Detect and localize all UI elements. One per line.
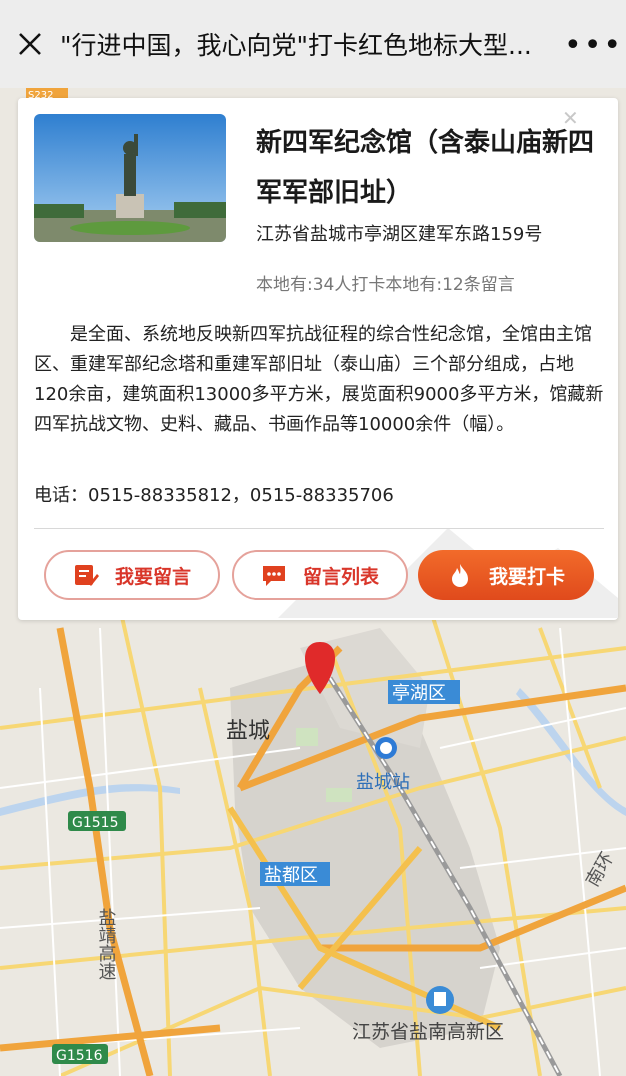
edit-note-icon (74, 565, 99, 586)
chat-bubble-icon (262, 566, 285, 586)
more-options-icon[interactable]: ••• (564, 28, 623, 63)
flame-icon (451, 564, 468, 587)
map-label-tinghu: 亭湖区 (392, 683, 446, 704)
page-title: "行进中国，我心向党"打卡红色地标大型... (60, 31, 532, 60)
place-name: 新四军纪念馆（含泰山庙新四军军部旧址） (256, 128, 595, 208)
map-label-yandu: 盐都区 (264, 865, 318, 886)
place-info-card: ✕ 新四军纪念馆（含泰山庙新四军军部旧址） 江苏省盐城市亭湖区建军东路159号 … (18, 98, 618, 620)
map-label-g1515: G1515 (72, 815, 118, 831)
map-label-hightech: 江苏省盐南高新区 (352, 1021, 504, 1043)
checkin-button[interactable]: 我要打卡 (418, 550, 594, 600)
map-label-g1516: G1516 (56, 1048, 103, 1064)
leave-comment-button[interactable]: 我要留言 (44, 550, 220, 600)
place-address: 江苏省盐城市亭湖区建军东路159号 (256, 224, 543, 245)
comment-list-button[interactable]: 留言列表 (232, 550, 408, 600)
close-icon[interactable] (14, 28, 46, 60)
comment-list-label: 留言列表 (302, 565, 379, 588)
map-label-city: 盐城 (226, 719, 270, 744)
place-description: 是全面、系统地反映新四军抗战征程的综合性纪念馆，全馆由主馆区、重建军部纪念塔和重… (34, 324, 604, 435)
checkin-stats: 本地有:34人打卡本地有:12条留言 (256, 275, 515, 295)
leave-comment-label: 我要留言 (114, 565, 191, 588)
memorial-photo (34, 114, 226, 242)
top-bar: "行进中国，我心向党"打卡红色地标大型... ••• (0, 0, 626, 89)
map-label-station: 盐城站 (356, 772, 410, 793)
divider (34, 528, 604, 529)
checkin-label: 我要打卡 (488, 565, 565, 588)
map-label-highway: 盐靖高速 (96, 908, 117, 980)
